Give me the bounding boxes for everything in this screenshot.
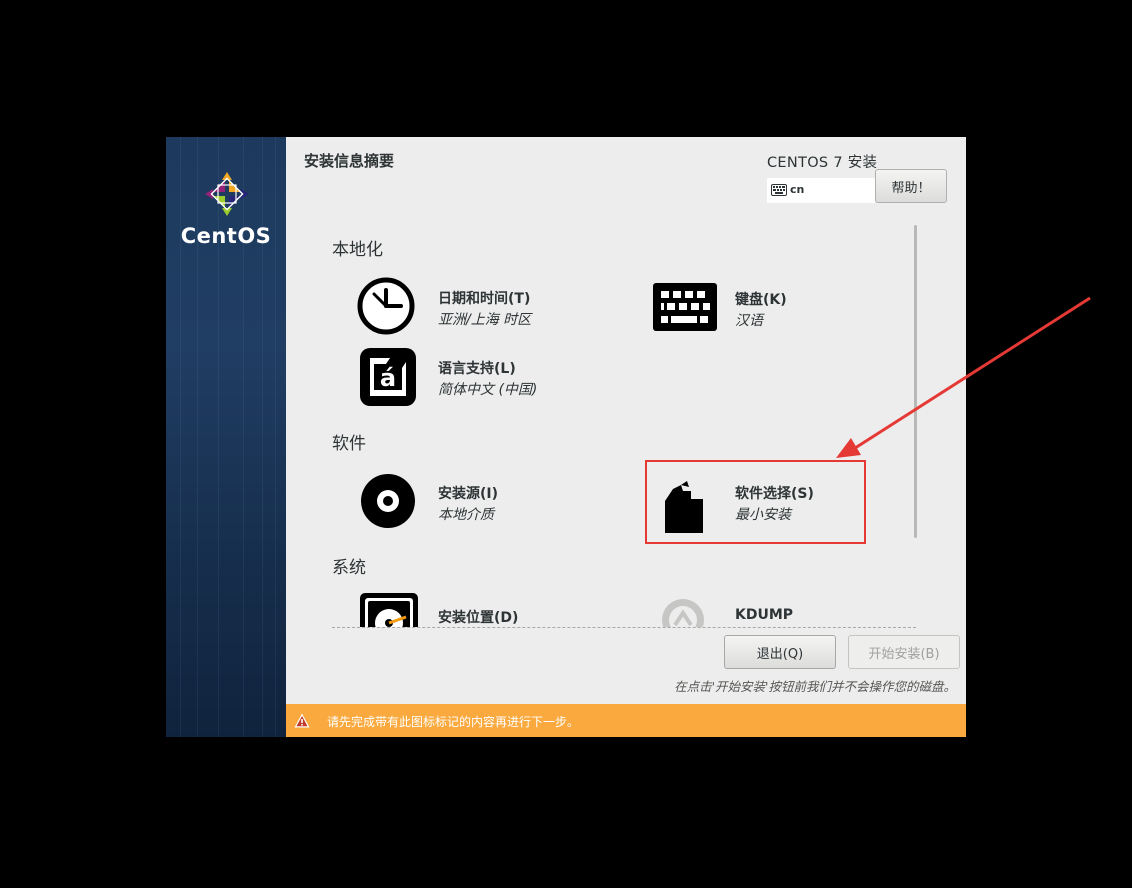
annotation-arrow: [836, 296, 1091, 458]
